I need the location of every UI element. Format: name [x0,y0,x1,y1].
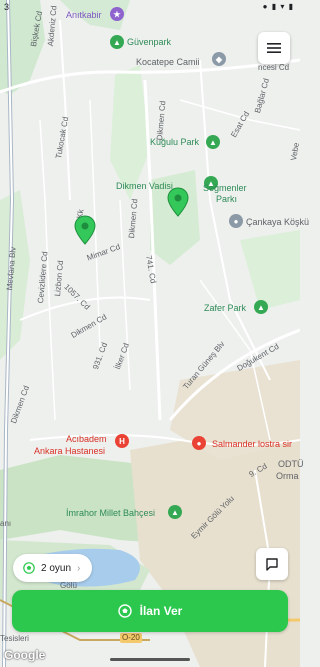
google-logo: Google [4,648,46,662]
anitkabir-poi-icon[interactable]: ★ [110,7,124,21]
park-icon[interactable]: ▲ [110,35,124,49]
map-label-odtu-orman[interactable]: Orma [276,472,299,481]
street-label: ncesi Cd [258,63,290,72]
game-location-pin[interactable] [74,215,96,245]
chevron-right-icon: › [77,562,81,574]
create-listing-button[interactable]: İlan Ver [12,590,288,632]
map-label-kocatepe[interactable]: Kocatepe Camii [136,58,200,67]
map-label-zafer[interactable]: Zafer Park [204,304,246,313]
map-label-dikmen-vadisi[interactable]: Dikmen Vadisi [116,182,173,191]
status-time: 3 [4,2,10,12]
street-label: anı [0,519,12,528]
soccer-ball-icon [23,562,35,574]
map-label-acibadem[interactable]: Acıbadem [66,435,107,444]
menu-icon [267,43,281,53]
home-indicator[interactable] [110,658,190,661]
games-count-label: 2 oyun [41,562,72,574]
park-icon[interactable]: ▲ [206,135,220,149]
map-label-guvenpark[interactable]: Güvenpark [127,38,171,47]
highway-label: O-20 [120,633,142,643]
game-location-pin[interactable] [167,187,189,217]
status-icons: ● ▮ ▾ ▮ [262,2,294,11]
map-label-anitkabir[interactable]: Anıtkabir [66,11,102,20]
hospital-icon[interactable]: H [115,434,129,448]
map-label-cankaya[interactable]: Çankaya Köşkü [246,218,309,227]
street-label: Tesisleri [0,634,29,643]
chat-button[interactable] [256,548,288,580]
map-label-odtu[interactable]: ODTÜ [278,460,304,469]
map-label-imrahor[interactable]: İmrahor Millet Bahçesi [66,509,155,518]
create-listing-label: İlan Ver [139,604,183,618]
menu-button[interactable] [258,32,290,64]
map-label-acibadem-hastanesi[interactable]: Ankara Hastanesi [34,447,105,456]
street-label: Gölü [60,581,77,590]
games-count-chip[interactable]: 2 oyun › [13,554,93,582]
place-pin-icon[interactable]: ● [192,436,206,450]
park-icon[interactable]: ▲ [254,300,268,314]
chat-icon [266,558,278,571]
mosque-icon[interactable]: ◆ [212,52,226,66]
soccer-ball-icon [117,604,132,618]
status-bar: 3 ● ▮ ▾ ▮ [0,0,300,14]
map-label-segmenler[interactable]: Seğmenler [203,184,247,193]
map-label-salmander[interactable]: Salmander lostra sir [212,440,292,449]
landmark-icon[interactable]: ● [229,214,243,228]
map-label-segmenler-parki[interactable]: Parkı [216,195,237,204]
park-icon[interactable]: ▲ [168,505,182,519]
